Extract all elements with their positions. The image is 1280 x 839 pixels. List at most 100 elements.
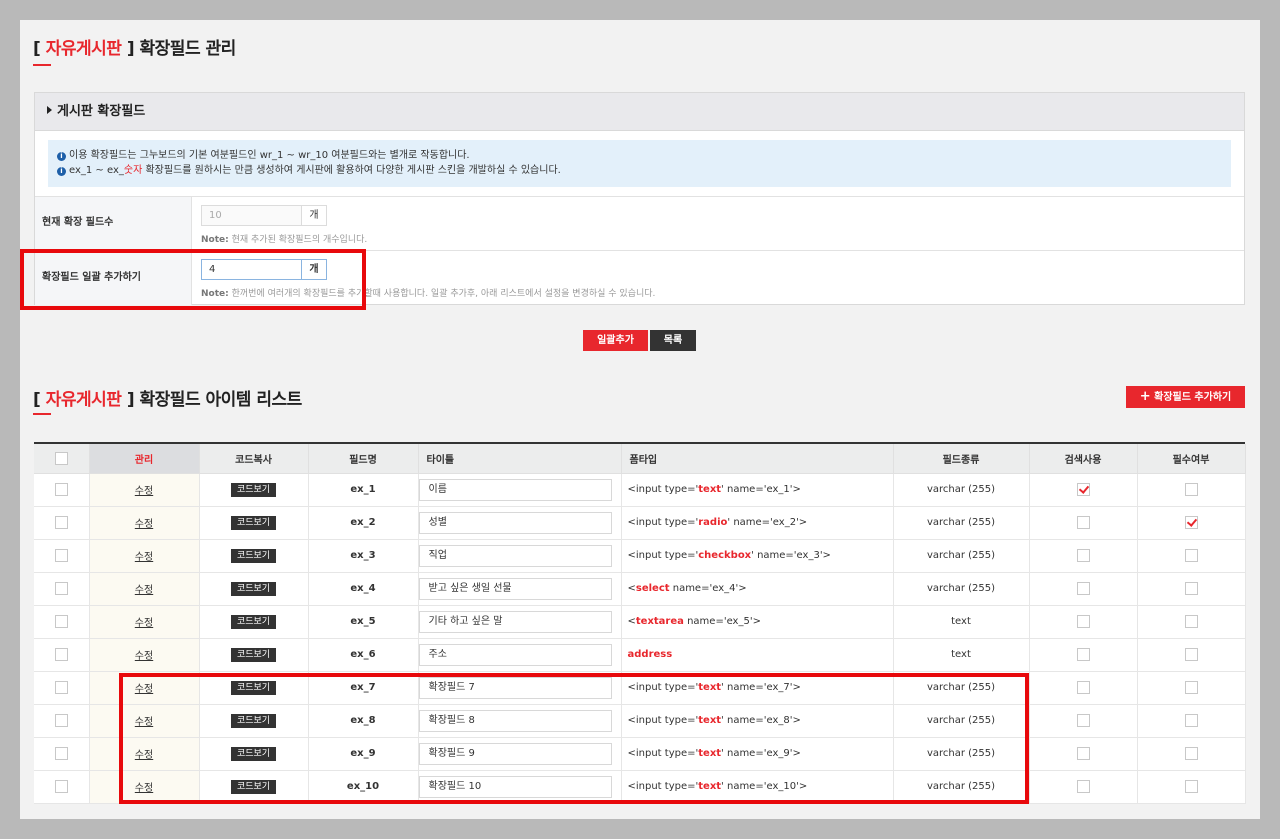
field-kind-cell: text — [893, 605, 1030, 639]
required-checkbox[interactable] — [1184, 582, 1198, 595]
field-name-cell: ex_2 — [308, 506, 419, 540]
search-checkbox[interactable] — [1076, 516, 1090, 529]
required-checkbox[interactable] — [1184, 681, 1198, 694]
bracket-open: [ — [33, 39, 41, 59]
required-checkbox[interactable] — [1184, 615, 1198, 628]
row-select-cell — [34, 506, 90, 540]
required-checkbox[interactable] — [1184, 747, 1198, 760]
code-cell: 코드보기 — [199, 605, 309, 639]
form-type-keyword: address — [627, 649, 673, 660]
code-view-button[interactable]: 코드보기 — [230, 647, 277, 662]
title-input[interactable]: 주소 — [418, 643, 612, 666]
search-checkbox[interactable] — [1076, 483, 1090, 496]
search-checkbox[interactable] — [1076, 714, 1090, 727]
code-cell: 코드보기 — [199, 572, 309, 606]
table-row: 수정 코드보기 ex_2 성별 <input type='radio' name='ex… — [34, 506, 1246, 540]
title-input[interactable]: 받고 싶은 생일 선물 — [418, 577, 612, 600]
search-checkbox[interactable] — [1076, 780, 1090, 793]
required-checkbox[interactable] — [1184, 780, 1198, 793]
row-select-cell — [34, 572, 90, 606]
code-cell: 코드보기 — [199, 539, 309, 573]
row-checkbox[interactable] — [54, 780, 68, 793]
search-checkbox[interactable] — [1076, 747, 1090, 760]
form-type-cell: <select name='ex_4'> — [621, 572, 894, 606]
list-title-text: 확장필드 아이템 리스트 — [139, 390, 303, 410]
panel-heading[interactable]: 게시판 확장필드 — [35, 93, 1244, 131]
code-view-button[interactable]: 코드보기 — [230, 515, 277, 530]
required-checkbox[interactable] — [1184, 714, 1198, 727]
info-icon: i — [57, 152, 66, 161]
plus-icon: + — [1139, 389, 1151, 404]
title-input[interactable]: 직업 — [418, 544, 612, 567]
row-checkbox[interactable] — [54, 714, 68, 727]
title-input[interactable]: 이름 — [418, 478, 612, 501]
current-count-row: 현재 확장 필드수 10 개 Note: 현재 추가된 확장필드의 개수입니다. — [35, 196, 1244, 250]
row-select-cell — [34, 638, 90, 672]
form-type-pre: < — [627, 583, 636, 594]
form-type-keyword: checkbox — [698, 550, 752, 561]
row-checkbox[interactable] — [54, 648, 68, 661]
field-kind-cell: varchar (255) — [893, 572, 1030, 606]
form-type-keyword: select — [635, 583, 670, 594]
title-input[interactable]: 성별 — [418, 511, 612, 534]
select-all-checkbox[interactable] — [54, 451, 68, 465]
required-checkbox[interactable] — [1184, 648, 1198, 661]
search-checkbox[interactable] — [1076, 615, 1090, 628]
edit-link[interactable]: 수정 — [135, 519, 153, 530]
manage-cell: 수정 — [89, 506, 200, 540]
required-checkbox[interactable] — [1184, 483, 1198, 496]
info-text-2a: ex_1 ~ ex_ — [69, 165, 124, 176]
row-select-cell — [34, 539, 90, 573]
field-kind-cell: varchar (255) — [893, 539, 1030, 573]
current-count-label: 현재 확장 필드수 — [35, 197, 192, 250]
form-type-keyword: text — [698, 484, 722, 495]
manage-cell: 수정 — [89, 572, 200, 606]
form-type-cell: <textarea name='ex_5'> — [621, 605, 894, 639]
form-type-post: ' name='ex_3'> — [751, 550, 831, 561]
row-select-cell — [34, 671, 90, 705]
add-field-button[interactable]: + 확장필드 추가하기 — [1126, 386, 1245, 408]
row-checkbox[interactable] — [54, 681, 68, 694]
col-title: 타이틀 — [418, 444, 622, 474]
bulk-add-button[interactable]: 일괄추가 — [583, 330, 648, 351]
list-button[interactable]: 목록 — [650, 330, 696, 351]
row-checkbox[interactable] — [54, 615, 68, 628]
edit-link[interactable]: 수정 — [135, 486, 153, 497]
search-checkbox[interactable] — [1076, 582, 1090, 595]
code-view-button[interactable]: 코드보기 — [230, 482, 277, 497]
col-field-name: 필드명 — [308, 444, 419, 474]
search-cell — [1029, 473, 1138, 507]
title-input[interactable]: 기타 하고 싶은 말 — [418, 610, 612, 633]
info-line-1: i 이용 확장필드는 그누보드의 기본 여분필드인 wr_1 ~ wr_10 여분… — [57, 148, 1231, 163]
row-checkbox[interactable] — [54, 549, 68, 562]
row-checkbox[interactable] — [54, 516, 68, 529]
edit-link[interactable]: 수정 — [135, 552, 153, 563]
row-checkbox[interactable] — [54, 582, 68, 595]
field-kind-cell: text — [893, 638, 1030, 672]
info-text-1: 이용 확장필드는 그누보드의 기본 여분필드인 wr_1 ~ wr_10 여분필… — [69, 150, 470, 161]
code-view-button[interactable]: 코드보기 — [230, 614, 277, 629]
search-checkbox[interactable] — [1076, 549, 1090, 562]
title-cell: 성별 — [418, 506, 622, 540]
edit-link[interactable]: 수정 — [135, 585, 153, 596]
title-text: 확장필드 관리 — [139, 39, 237, 59]
code-view-button[interactable]: 코드보기 — [230, 581, 277, 596]
row-checkbox[interactable] — [54, 747, 68, 760]
highlight-new-rows — [119, 673, 1029, 804]
required-checkbox[interactable] — [1184, 549, 1198, 562]
edit-link[interactable]: 수정 — [135, 618, 153, 629]
list-title-underline — [33, 413, 51, 415]
form-type-post: ' name='ex_2'> — [727, 517, 808, 528]
search-checkbox[interactable] — [1076, 681, 1090, 694]
required-checkbox[interactable] — [1184, 516, 1198, 529]
form-type-cell: <input type='checkbox' name='ex_3'> — [621, 539, 894, 573]
search-checkbox[interactable] — [1076, 648, 1090, 661]
form-type-post: name='ex_5'> — [683, 616, 761, 627]
form-type-post: name='ex_4'> — [669, 583, 747, 594]
title-cell: 직업 — [418, 539, 622, 573]
col-field-kind: 필드종류 — [893, 444, 1030, 474]
row-checkbox[interactable] — [54, 483, 68, 496]
edit-link[interactable]: 수정 — [135, 651, 153, 662]
current-count-input: 10 — [201, 205, 302, 226]
code-view-button[interactable]: 코드보기 — [230, 548, 277, 563]
